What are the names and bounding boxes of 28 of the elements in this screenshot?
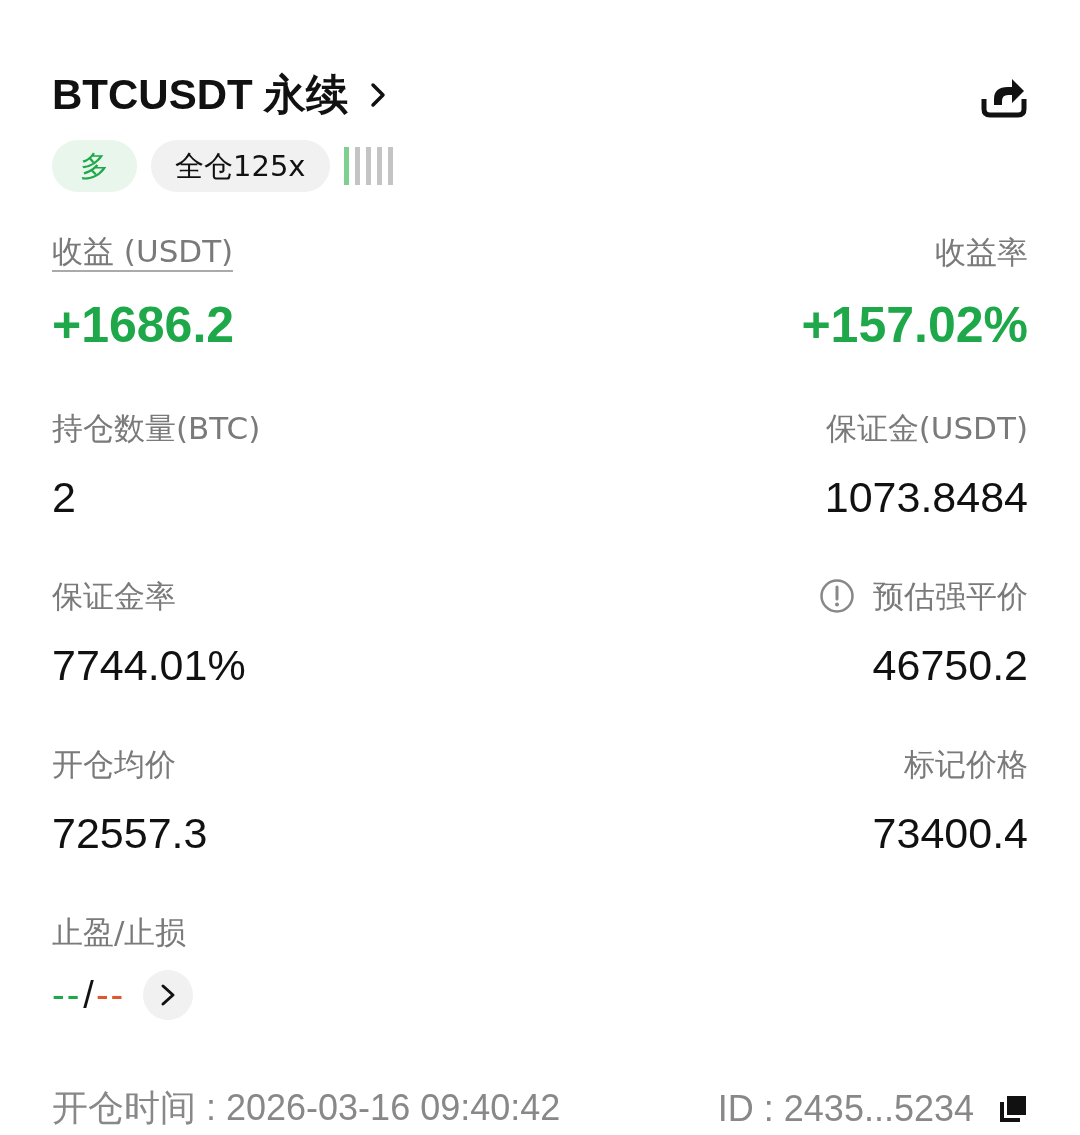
copy-icon[interactable] <box>998 1093 1028 1124</box>
symbol-link[interactable]: BTCUSDT 永续 <box>52 67 389 123</box>
stat-label: 保证金率 <box>52 577 176 616</box>
stat-label: 持仓数量(BTC) <box>52 409 261 448</box>
roi-value: +157.02% <box>801 296 1028 354</box>
margin-mode-tag: 全仓125x <box>151 140 330 192</box>
tpsl-edit-button[interactable] <box>143 970 194 1020</box>
roi-label: 收益率 <box>935 233 1028 272</box>
position-side-tag: 多 <box>52 140 137 192</box>
stat-value: 7744.01% <box>52 640 246 690</box>
separator-text: / <box>83 973 94 1017</box>
stat-value: 73400.4 <box>872 808 1028 858</box>
stat-label: 标记价格 <box>904 745 1028 784</box>
stat-value: 2 <box>52 472 76 522</box>
stat-value: 46750.2 <box>872 640 1028 690</box>
stop-loss-value: -- <box>95 973 126 1017</box>
open-time-text: 开仓时间 : 2026-03-16 09:40:42 <box>52 1086 561 1130</box>
stat-value: 1073.8484 <box>824 472 1028 522</box>
stat-label: 预估强平价 <box>873 577 1028 616</box>
info-icon[interactable] <box>819 578 855 614</box>
pnl-label[interactable]: 收益 (USDT) <box>52 232 234 272</box>
take-profit-value: -- <box>52 973 82 1017</box>
stat-label: 保证金(USDT) <box>825 409 1028 448</box>
tpsl-label: 止盈/止损 <box>52 913 187 952</box>
stat-value: 72557.3 <box>52 808 208 858</box>
stat-label: 开仓均价 <box>52 745 176 784</box>
position-id-text: ID : 2435...5234 <box>717 1087 974 1130</box>
pnl-value: +1686.2 <box>52 296 235 354</box>
